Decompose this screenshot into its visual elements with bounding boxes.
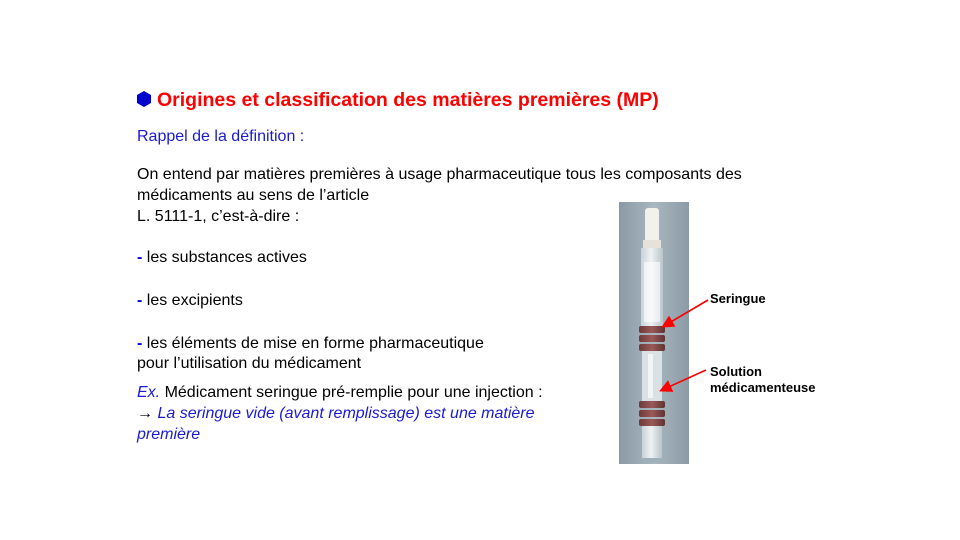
list-item-text-line-2: pour l’utilisation du médicament xyxy=(137,355,362,372)
label-solution-line-1: Solution xyxy=(710,364,762,379)
subtitle: Rappel de la définition : xyxy=(137,128,305,145)
example-prefix: Ex. xyxy=(137,384,161,401)
arrow-right-icon: → xyxy=(137,405,153,422)
example-conclusion-line-1: La seringue vide (avant remplissage) est… xyxy=(153,405,535,422)
definition-line-3: L. 5111-1, c’est-à-dire : xyxy=(137,208,300,225)
annotation-arrows xyxy=(659,299,709,392)
definition-line-2: médicaments au sens de l’article xyxy=(137,187,370,204)
list-item-text: les excipients xyxy=(142,292,243,309)
hexagon-bullet-icon xyxy=(137,89,151,112)
arrow-to-solution xyxy=(659,369,707,392)
definition-paragraph: On entend par matières premières à usage… xyxy=(137,164,827,227)
list-item-text: les éléments de mise en forme pharmaceut… xyxy=(142,335,484,352)
example-text: Médicament seringue pré-remplie pour une… xyxy=(160,384,543,401)
list-item-substances: - les substances actives xyxy=(137,248,307,268)
example-conclusion-line-2: première xyxy=(137,426,201,443)
label-seringue: Seringue xyxy=(710,291,766,306)
list-item-mise-en-forme: - les éléments de mise en forme pharmace… xyxy=(137,334,484,374)
example-block: Ex. Médicament seringue pré-remplie pour… xyxy=(137,382,607,445)
arrow-to-syringe xyxy=(661,299,709,328)
label-solution: Solution médicamenteuse xyxy=(710,364,816,396)
list-item-text: les substances actives xyxy=(142,249,307,266)
title-text: Origines et classification des matières … xyxy=(157,89,659,111)
label-solution-line-2: médicamenteuse xyxy=(710,380,816,395)
definition-line-1: On entend par matières premières à usage… xyxy=(137,166,742,183)
slide-title: Origines et classification des matières … xyxy=(137,89,659,112)
list-item-excipients: - les excipients xyxy=(137,291,243,311)
